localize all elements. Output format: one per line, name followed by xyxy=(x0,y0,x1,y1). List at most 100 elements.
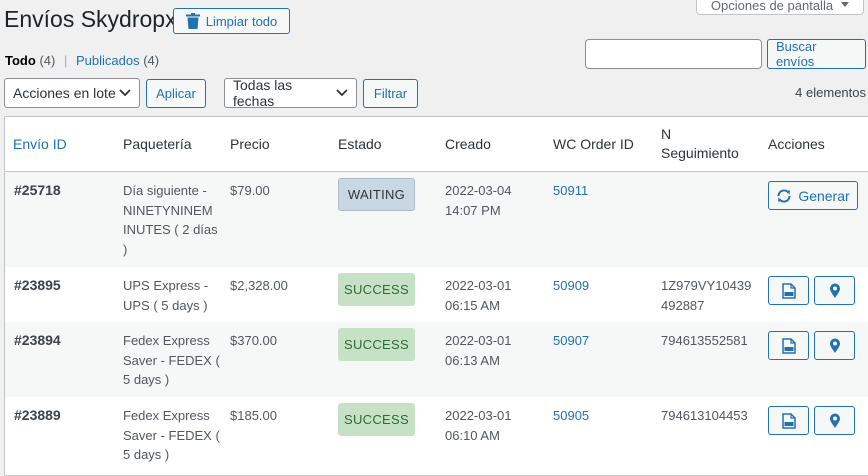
clear-all-label: Limpiar todo xyxy=(205,13,278,29)
carrier-cell: Fedex Express Saver - FEDEX ( 5 days ) xyxy=(123,331,220,390)
screen-options-tab[interactable]: Opciones de pantalla xyxy=(696,0,864,15)
items-count: 4 elementos xyxy=(795,85,866,100)
view-all-count: (4) xyxy=(39,53,56,68)
view-published-count: (4) xyxy=(143,53,160,68)
search-input[interactable] xyxy=(585,39,762,69)
order-link[interactable]: 50911 xyxy=(553,181,588,201)
carrier-line: Día siguiente - xyxy=(123,183,207,198)
price-cell: $2,328.00 xyxy=(230,278,288,293)
tracking-line: 1Z979VY10439 xyxy=(661,278,752,293)
created-cell: 2022-03-01 06:10 AM xyxy=(445,406,512,445)
clear-all-button[interactable]: Limpiar todo xyxy=(173,8,290,34)
tracking-cell: 794613552581 xyxy=(661,331,748,351)
table-row: #25718 Día siguiente - NINETYNINEM INUTE… xyxy=(5,172,868,267)
table-row: #23894 Fedex Express Saver - FEDEX ( 5 d… xyxy=(5,322,868,397)
generate-button[interactable]: Generar xyxy=(768,181,858,210)
carrier-line: Saver - FEDEX ( xyxy=(123,427,220,443)
view-published-link[interactable]: Publicados xyxy=(76,53,140,68)
pdf-file-icon xyxy=(781,282,796,299)
tracking-cell: 1Z979VY10439 492887 xyxy=(661,276,751,315)
price-cell: $370.00 xyxy=(230,333,277,348)
shipment-id: #23895 xyxy=(14,277,61,293)
price-cell: $185.00 xyxy=(230,408,277,423)
created-date: 2022-03-01 xyxy=(445,408,512,423)
order-link[interactable]: 50905 xyxy=(553,406,589,426)
status-badge: WAITING xyxy=(338,178,415,211)
carrier-cell: Fedex Express Saver - FEDEX ( 5 days ) xyxy=(123,406,220,465)
price-cell: $79.00 xyxy=(230,183,270,198)
column-header-created: Creado xyxy=(445,136,491,152)
trash-icon xyxy=(185,13,200,29)
track-shipment-button[interactable] xyxy=(814,331,855,360)
carrier-line: 5 days ) xyxy=(123,447,170,462)
screen-options-label: Opciones de pantalla xyxy=(710,0,834,13)
created-cell: 2022-03-01 06:13 AM xyxy=(445,331,512,370)
view-all-link[interactable]: Todo xyxy=(5,53,36,68)
track-shipment-button[interactable] xyxy=(814,276,855,305)
shipment-id: #23894 xyxy=(14,332,61,348)
created-date: 2022-03-01 xyxy=(445,333,512,348)
bulk-actions-select[interactable]: Acciones en lote xyxy=(4,78,140,108)
location-pin-icon xyxy=(829,413,840,428)
table-row: #23895 UPS Express - UPS ( 5 days ) $2,3… xyxy=(5,267,868,322)
page-title: Envíos Skydropx xyxy=(4,6,177,32)
dates-value: Todas las fechas xyxy=(233,77,293,109)
table-row: #23889 Fedex Express Saver - FEDEX ( 5 d… xyxy=(5,397,868,475)
dates-select[interactable]: Todas las fechas xyxy=(224,77,357,109)
pdf-file-icon xyxy=(781,337,796,354)
carrier-line: Fedex Express xyxy=(123,408,210,423)
column-header-tracking: N Seguimiento xyxy=(661,125,739,163)
chevron-down-icon xyxy=(119,89,131,97)
pdf-file-icon xyxy=(781,412,796,429)
refresh-icon xyxy=(777,188,791,203)
tracking-line: 492887 xyxy=(661,297,705,313)
created-cell: 2022-03-01 06:15 AM xyxy=(445,276,512,315)
bulk-actions-value: Acciones en lote xyxy=(13,85,116,101)
carrier-line: NINETYNINEM xyxy=(123,202,213,218)
carrier-line: Fedex Express xyxy=(123,333,210,348)
table-header: Envío ID Paquetería Precio Estado Creado… xyxy=(5,117,868,172)
location-pin-icon xyxy=(829,338,840,353)
shipment-id: #25718 xyxy=(14,182,61,198)
chevron-down-icon xyxy=(336,89,348,97)
created-date: 2022-03-01 xyxy=(445,278,512,293)
tracking-line: 794613552581 xyxy=(661,333,748,348)
created-time: 06:15 AM xyxy=(445,297,500,313)
column-header-id[interactable]: Envío ID xyxy=(13,135,67,154)
filter-button[interactable]: Filtrar xyxy=(363,79,418,108)
carrier-cell: Día siguiente - NINETYNINEM INUTES ( 2 d… xyxy=(123,181,218,259)
track-shipment-button[interactable] xyxy=(814,406,855,435)
location-pin-icon xyxy=(829,283,840,298)
download-label-button[interactable] xyxy=(768,276,809,305)
search-button[interactable]: Buscar envíos xyxy=(767,39,866,69)
created-time: 14:07 PM xyxy=(445,202,501,218)
status-badge: SUCCESS xyxy=(338,403,415,436)
tracking-cell: 794613104453 xyxy=(661,406,748,426)
order-link[interactable]: 50909 xyxy=(553,276,589,296)
carrier-line: INUTES ( 2 días xyxy=(123,222,218,237)
created-time: 06:10 AM xyxy=(445,427,500,443)
column-header-tracking-line2: Seguimiento xyxy=(661,145,739,161)
created-date: 2022-03-04 xyxy=(445,183,512,198)
shipments-table: Envío ID Paquetería Precio Estado Creado… xyxy=(4,116,868,476)
carrier-line: Saver - FEDEX ( xyxy=(123,352,220,368)
generate-label: Generar xyxy=(798,187,850,204)
column-header-tracking-line1: N xyxy=(661,126,672,142)
view-filters: Todo (4) | Publicados (4) xyxy=(5,53,159,68)
view-separator: | xyxy=(63,53,68,68)
column-header-carrier: Paquetería xyxy=(123,136,192,152)
column-header-price: Precio xyxy=(230,136,270,152)
status-badge: SUCCESS xyxy=(338,328,415,361)
carrier-line: 5 days ) xyxy=(123,372,170,387)
status-badge: SUCCESS xyxy=(338,273,415,306)
download-label-button[interactable] xyxy=(768,331,809,360)
download-label-button[interactable] xyxy=(768,406,809,435)
carrier-line: ) xyxy=(123,241,128,257)
column-header-actions: Acciones xyxy=(768,136,825,152)
apply-button[interactable]: Aplicar xyxy=(146,79,206,108)
column-header-order: WC Order ID xyxy=(553,136,634,152)
carrier-cell: UPS Express - UPS ( 5 days ) xyxy=(123,276,208,315)
tracking-line: 794613104453 xyxy=(661,408,748,423)
caret-down-icon xyxy=(841,2,850,7)
order-link[interactable]: 50907 xyxy=(553,331,589,351)
